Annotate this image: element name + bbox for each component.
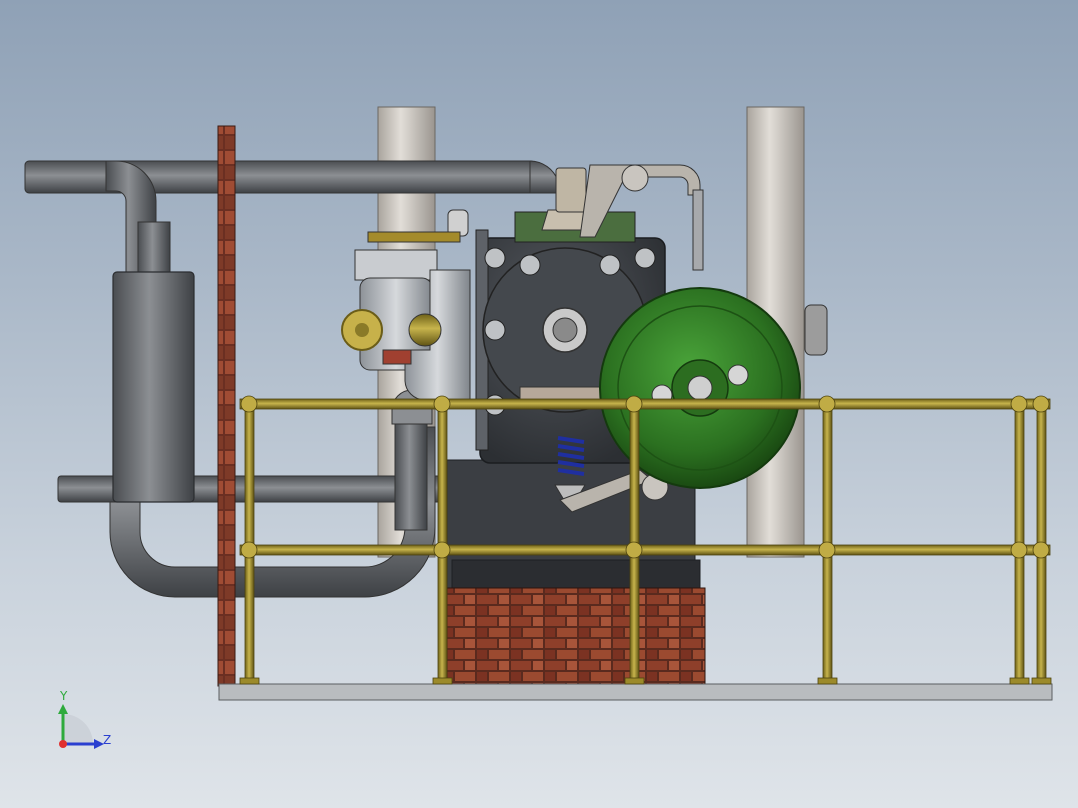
axis-y-label: Y [59,689,68,703]
brick-wall-post[interactable] [217,125,236,687]
axis-triad-icon [58,704,104,749]
cad-viewport[interactable]: Y Z [0,0,1078,808]
cad-model-scene[interactable]: Y Z [0,0,1078,808]
muffler[interactable] [112,271,195,503]
base-plate[interactable] [218,683,1053,701]
brick-foundation[interactable] [446,587,706,687]
magneto-wheel[interactable] [341,309,383,351]
axis-z-label: Z [103,733,111,747]
carburetor[interactable] [354,209,471,401]
